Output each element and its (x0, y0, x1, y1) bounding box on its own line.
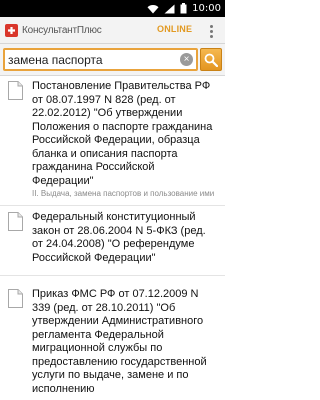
wifi-icon (147, 4, 159, 14)
document-icon (8, 212, 23, 231)
document-icon (8, 81, 23, 100)
search-bar: × (0, 44, 225, 76)
search-box: × (3, 48, 198, 71)
overflow-menu-icon[interactable] (205, 21, 217, 41)
status-bar: 10:00 (0, 0, 225, 17)
search-icon (204, 53, 218, 67)
consultant-logo-icon (4, 23, 19, 38)
status-time: 10:00 (192, 3, 221, 14)
online-status[interactable]: ONLINE (157, 24, 192, 34)
list-item[interactable]: Приказ ФМС РФ от 07.12.2009 N 339 (ред. … (0, 276, 225, 400)
document-icon (8, 289, 23, 308)
clear-search-icon[interactable]: × (180, 53, 193, 66)
result-title: Приказ ФМС РФ от 07.12.2009 N 339 (ред. … (32, 288, 207, 395)
app-logo[interactable]: КонсультантПлюс (4, 22, 102, 39)
logo-text: КонсультантПлюс (22, 25, 102, 36)
result-title: Федеральный конституционный закон от 28.… (32, 211, 206, 264)
list-item[interactable]: Федеральный конституционный закон от 28.… (0, 206, 225, 276)
app-bar: КонсультантПлюс ONLINE (0, 17, 225, 44)
results-list: Постановление Правительства РФ от 08.07.… (0, 77, 225, 400)
result-title: Постановление Правительства РФ от 08.07.… (32, 80, 213, 187)
search-button[interactable] (200, 48, 222, 71)
list-item[interactable]: Постановление Правительства РФ от 08.07.… (0, 77, 225, 206)
signal-icon (164, 4, 175, 14)
search-input[interactable] (8, 51, 176, 69)
battery-icon (180, 3, 187, 14)
result-snippet: II. Выдача, замена паспортов и пользован… (32, 189, 215, 198)
